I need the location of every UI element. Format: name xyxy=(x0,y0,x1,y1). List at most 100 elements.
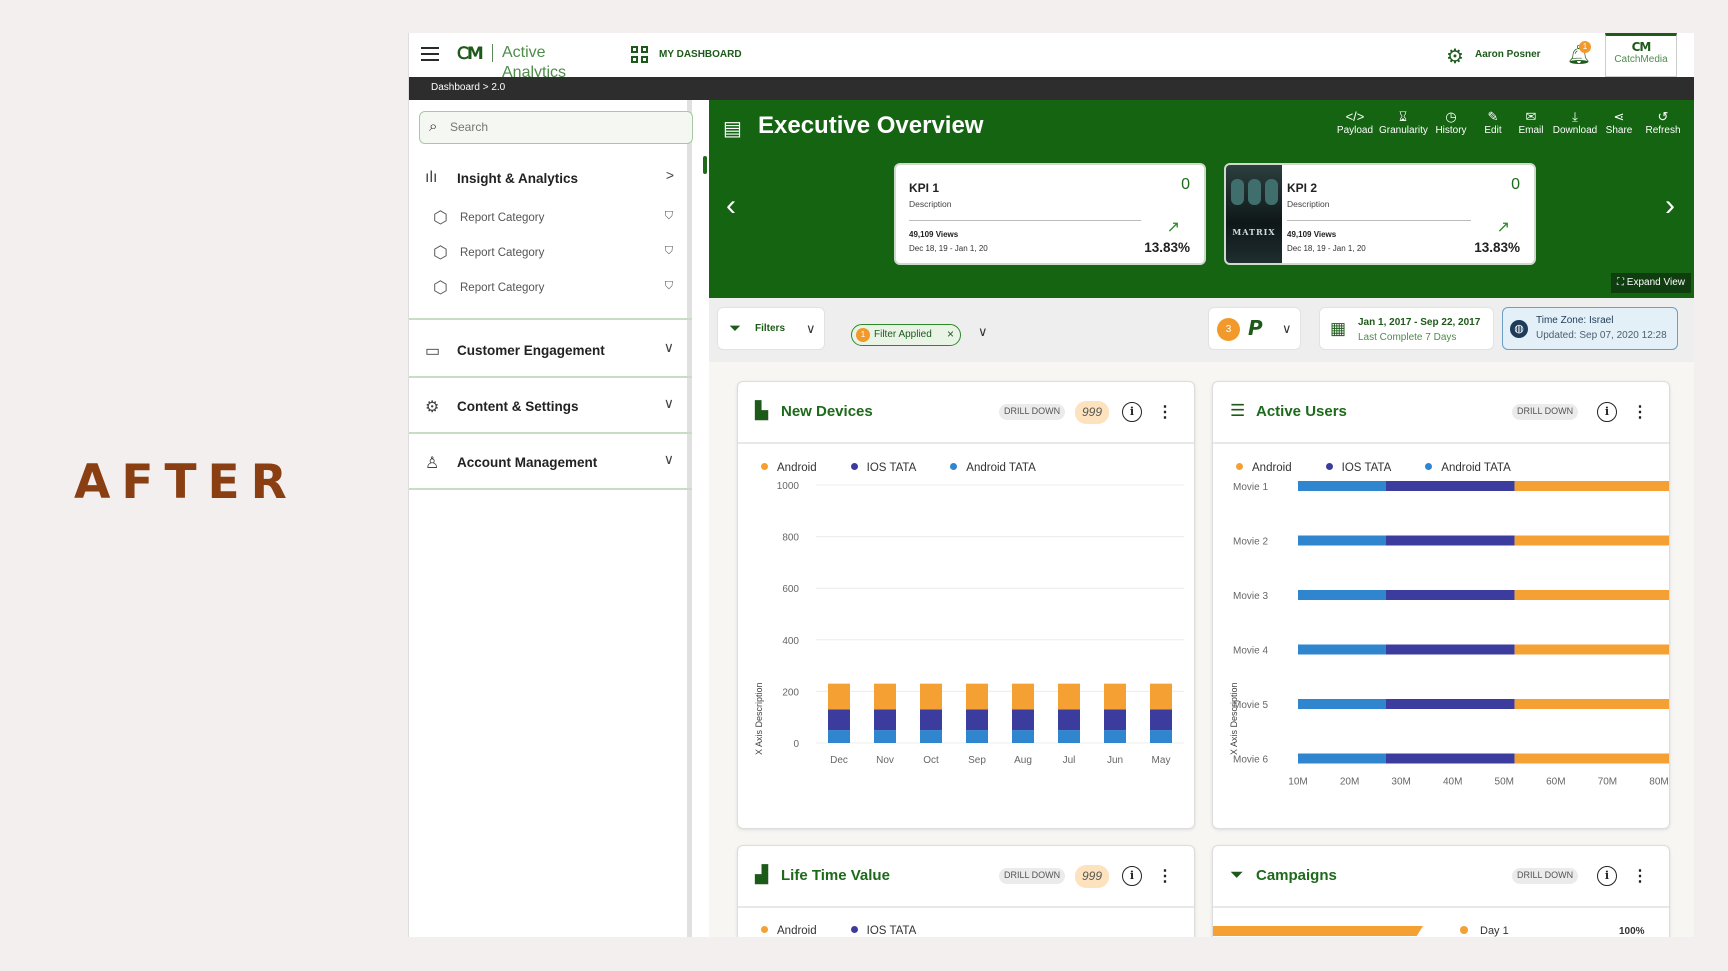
bar-segment xyxy=(1012,730,1034,743)
hourglass-icon: ⌛︎ xyxy=(1398,109,1408,124)
legend-ios-tata[interactable]: IOS TATA xyxy=(851,925,917,937)
sidebar-section-customer-engagement[interactable]: ▭ Customer Engagement ∨ xyxy=(409,322,692,378)
user-name[interactable]: Aaron Posner xyxy=(1475,49,1541,60)
y-tick-label: Movie 3 xyxy=(1233,591,1268,602)
x-tick-label: Aug xyxy=(1014,755,1032,766)
info-icon[interactable]: i xyxy=(1597,402,1617,422)
carousel-next-icon[interactable]: › xyxy=(1665,191,1675,221)
x-tick-label: May xyxy=(1152,755,1171,766)
report-category-label: Report Category xyxy=(460,247,545,259)
dashboard-grid-icon[interactable] xyxy=(631,46,649,64)
chevron-down-icon[interactable]: ∨ xyxy=(664,395,674,412)
kpi-value: 0 xyxy=(1511,176,1520,193)
drill-down-button[interactable]: DRILL DOWN xyxy=(999,868,1066,884)
breadcrumb[interactable]: Dashboard > 2.0 xyxy=(409,77,1694,100)
report-category-item[interactable]: ⬡ Report Category ⛉ xyxy=(433,204,673,232)
chevron-down-icon[interactable]: ∨ xyxy=(664,339,674,356)
share-button[interactable]: ⋖ Share xyxy=(1599,109,1639,136)
info-icon[interactable]: i xyxy=(1122,866,1142,886)
chevron-right-icon[interactable]: > xyxy=(666,167,674,183)
kpi-views: 49,109 Views xyxy=(1287,230,1337,239)
card-title: Active Users xyxy=(1256,403,1347,420)
sidebar-section-account-management[interactable]: ♙ Account Management ∨ xyxy=(409,434,692,490)
expand-view-button[interactable]: ⛶ Expand View xyxy=(1611,273,1691,293)
top-bar: 𝖢M Active Analytics MY DASHBOARD ⚙ Aaron… xyxy=(409,33,1694,81)
bar-chart-icon: ▟ xyxy=(755,865,769,884)
y-tick-label: 200 xyxy=(782,687,799,698)
bar-segment xyxy=(920,730,942,743)
info-icon[interactable]: i xyxy=(1597,866,1617,886)
chevron-down-icon[interactable]: ∨ xyxy=(978,324,988,340)
tool-label: Share xyxy=(1605,125,1633,136)
cube-icon: ⬡ xyxy=(433,278,448,297)
sidebar-section-content-settings[interactable]: ⚙ Content & Settings ∨ xyxy=(409,378,692,434)
drill-down-button[interactable]: DRILL DOWN xyxy=(1512,868,1579,884)
notification-badge: 1 xyxy=(1579,41,1591,53)
x-tick-label: Jun xyxy=(1107,755,1123,766)
bar-segment xyxy=(828,709,850,731)
kebab-menu-icon[interactable]: ⋮ xyxy=(1632,866,1648,886)
payload-button[interactable]: </> Payload xyxy=(1331,109,1379,136)
y-tick-label: Movie 6 xyxy=(1233,755,1268,766)
date-range-value: Jan 1, 2017 - Sep 22, 2017 xyxy=(1358,317,1481,328)
cube-icon: ⬡ xyxy=(433,208,448,227)
sidebar-section-label: Customer Engagement xyxy=(457,343,605,358)
x-tick-label: Dec xyxy=(830,755,848,766)
drill-down-button[interactable]: DRILL DOWN xyxy=(1512,404,1579,420)
campaign-legend: Day 1 xyxy=(1460,925,1509,937)
kebab-menu-icon[interactable]: ⋮ xyxy=(1157,402,1173,422)
horizontal-bar-icon: ☰ xyxy=(1230,401,1246,420)
kebab-menu-icon[interactable]: ⋮ xyxy=(1157,866,1173,886)
carousel-prev-icon[interactable]: ‹ xyxy=(726,191,736,221)
chart-legend: Android IOS TATA xyxy=(761,925,916,937)
y-tick-label: 600 xyxy=(782,584,799,595)
info-icon[interactable]: i xyxy=(1122,402,1142,422)
kpi-card[interactable]: MATRIX KPI 2 Description 0 49,109 Views … xyxy=(1224,163,1536,265)
search-input[interactable] xyxy=(450,120,680,134)
timezone-box[interactable]: ◍ Time Zone: Israel Updated: Sep 07, 202… xyxy=(1502,307,1678,350)
bar-segment xyxy=(966,709,988,731)
hamburger-menu-icon[interactable] xyxy=(421,43,439,65)
edit-button[interactable]: ✎ Edit xyxy=(1475,109,1511,136)
filters-dropdown[interactable]: ⏷ Filters ∨ xyxy=(717,307,825,350)
catchmedia-logo-text: CatchMedia xyxy=(1614,54,1668,65)
email-button[interactable]: ✉ Email xyxy=(1511,109,1551,136)
legend-android[interactable]: Android xyxy=(761,925,817,937)
report-category-item[interactable]: ⬡ Report Category ⛉ xyxy=(433,274,673,302)
my-dashboard-link[interactable]: MY DASHBOARD xyxy=(659,49,742,60)
download-button[interactable]: ⤓ Download xyxy=(1551,109,1599,136)
sidebar: ⌕ ılı Insight & Analytics > ⬡ Report Cat… xyxy=(409,100,693,937)
report-category-item[interactable]: ⬡ Report Category ⛉ xyxy=(433,239,673,267)
granularity-button[interactable]: ⌛︎ Granularity xyxy=(1379,109,1428,136)
bar-segment xyxy=(1298,481,1386,491)
date-range-picker[interactable]: ▦ Jan 1, 2017 - Sep 22, 2017 Last Comple… xyxy=(1319,307,1494,350)
drill-down-button[interactable]: DRILL DOWN xyxy=(999,404,1066,420)
search-box[interactable]: ⌕ xyxy=(419,111,693,144)
bar-segment xyxy=(1514,481,1669,491)
close-icon[interactable]: × xyxy=(947,327,954,341)
sidebar-scrollbar[interactable] xyxy=(703,156,707,174)
poster-figure xyxy=(1265,179,1278,205)
bar-segment xyxy=(1058,730,1080,743)
bar-segment xyxy=(828,683,850,710)
refresh-icon: ↺ xyxy=(1657,109,1669,124)
poster-figure xyxy=(1231,179,1244,205)
card-header: ☰ Active Users DRILL DOWN i ⋮ xyxy=(1213,382,1669,444)
platform-selector[interactable]: 3 P ∨ xyxy=(1208,307,1301,350)
refresh-button[interactable]: ↺ Refresh xyxy=(1639,109,1687,136)
active-users-card: ☰ Active Users DRILL DOWN i ⋮ Android IO… xyxy=(1212,381,1670,829)
history-button[interactable]: ◷ History xyxy=(1427,109,1475,136)
chevron-down-icon[interactable]: ∨ xyxy=(664,451,674,468)
kpi-divider xyxy=(1287,220,1471,221)
x-tick-label: 70M xyxy=(1598,777,1617,788)
poster-title: MATRIX xyxy=(1232,227,1276,237)
kpi-views: 49,109 Views xyxy=(909,230,959,239)
cube-icon: ⬡ xyxy=(433,243,448,262)
filter-applied-chip[interactable]: 1 Filter Applied × xyxy=(851,324,961,346)
kebab-menu-icon[interactable]: ⋮ xyxy=(1632,402,1648,422)
kpi-card[interactable]: KPI 1 Description 0 49,109 Views Dec 18,… xyxy=(894,163,1206,265)
y-tick-label: 400 xyxy=(782,636,799,647)
settings-gear-icon[interactable]: ⚙ xyxy=(1446,44,1464,69)
poster-figure xyxy=(1248,179,1261,205)
bar-segment xyxy=(1104,709,1126,731)
